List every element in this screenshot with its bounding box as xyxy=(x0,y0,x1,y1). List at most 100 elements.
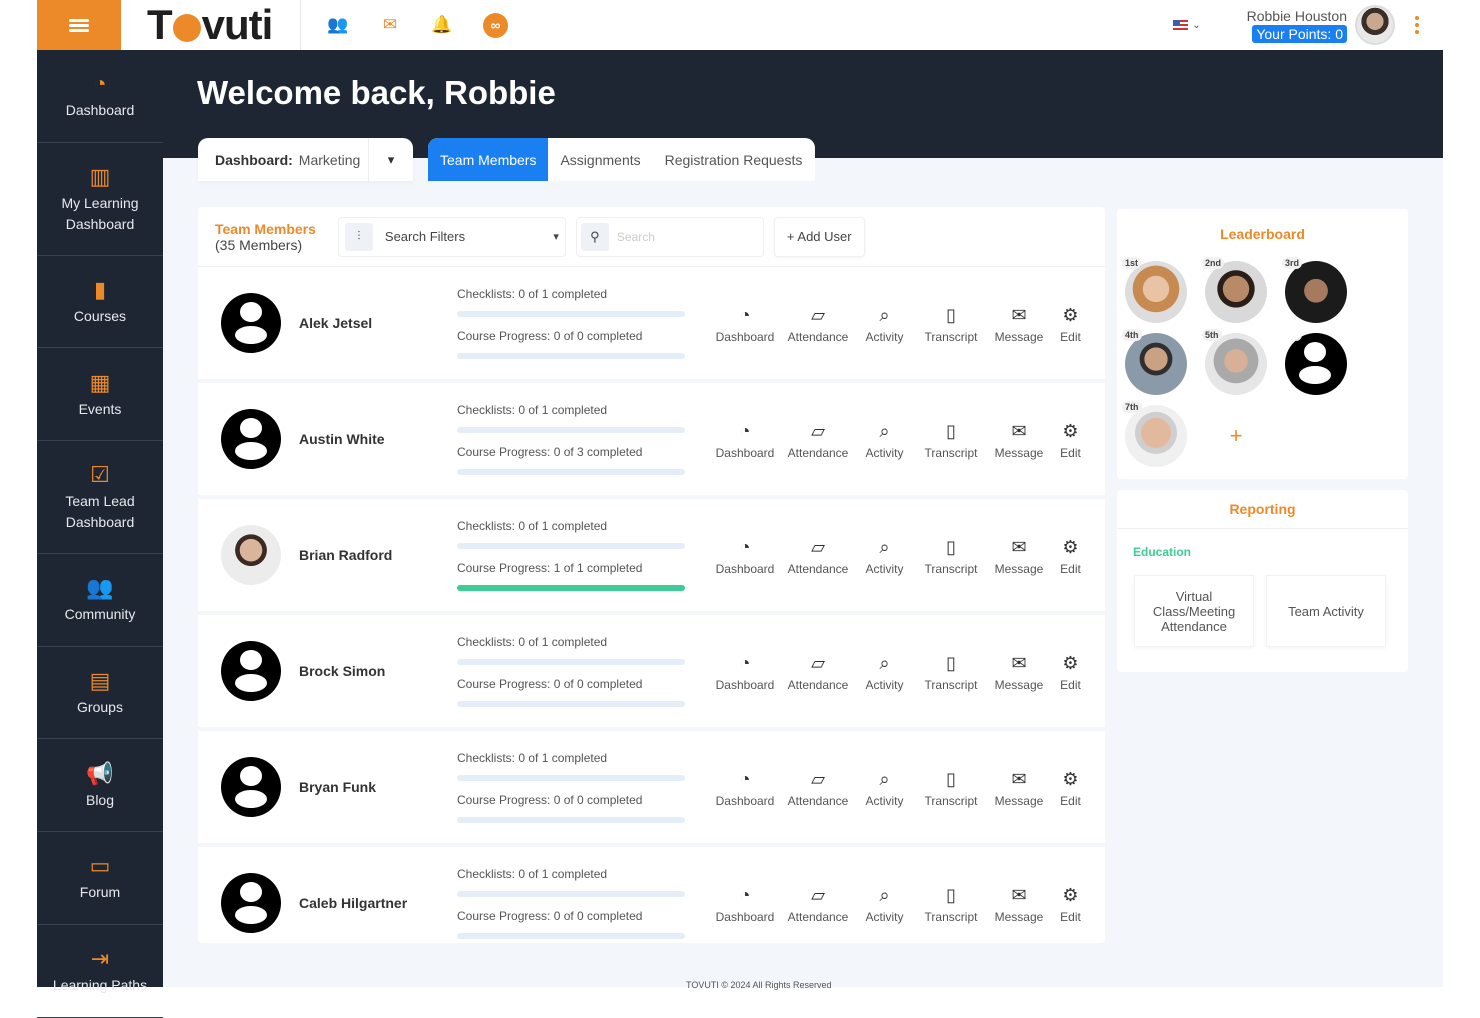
action-transcript[interactable]: ▯ Transcript xyxy=(917,766,985,808)
action-transcript[interactable]: ▯ Transcript xyxy=(917,882,985,924)
sidebar-item-learning-paths[interactable]: ⇥ Learning Paths xyxy=(37,925,163,1018)
action-activity[interactable]: ⌕ Activity xyxy=(852,766,917,808)
sidebar-item-forum[interactable]: ▭ Forum xyxy=(37,832,163,925)
search-input[interactable] xyxy=(616,229,747,244)
leaderboard-avatar[interactable]: 2nd xyxy=(1202,257,1267,323)
avatar[interactable] xyxy=(221,757,281,817)
calendar-icon: ▦ xyxy=(89,369,111,395)
sidebar-item-events[interactable]: ▦ Events xyxy=(37,348,163,442)
action-transcript[interactable]: ▯ Transcript xyxy=(917,534,985,576)
member-name[interactable]: Brian Radford xyxy=(299,547,439,563)
report-team-activity[interactable]: Team Activity xyxy=(1266,575,1386,647)
action-attendance[interactable]: ▱ Attendance xyxy=(784,650,852,692)
sidebar-item-blog[interactable]: 📢 Blog xyxy=(37,739,163,833)
action-edit[interactable]: ⚙ Edit xyxy=(1053,534,1088,576)
avatar[interactable] xyxy=(221,409,281,469)
action-activity[interactable]: ⌕ Activity xyxy=(852,882,917,924)
sidebar-item-groups[interactable]: ▤ Groups xyxy=(37,647,163,740)
member-name[interactable]: Bryan Funk xyxy=(299,779,439,795)
add-user-button[interactable]: + Add User xyxy=(773,216,865,257)
action-dashboard[interactable]: ◔ Dashboard xyxy=(706,766,784,808)
menu-toggle-button[interactable] xyxy=(37,0,121,50)
action-attendance[interactable]: ▱ Attendance xyxy=(784,418,852,460)
action-dashboard[interactable]: ◔ Dashboard xyxy=(706,534,784,576)
action-dashboard[interactable]: ◔ Dashboard xyxy=(706,418,784,460)
leaderboard-avatar[interactable]: 3rd xyxy=(1282,257,1347,323)
action-edit[interactable]: ⚙ Edit xyxy=(1053,882,1088,924)
member-name[interactable]: Caleb Hilgartner xyxy=(299,895,439,911)
leaderboard-avatar[interactable]: 1st xyxy=(1122,257,1187,323)
avatar[interactable] xyxy=(221,873,281,933)
member-name[interactable]: Austin White xyxy=(299,431,439,447)
action-attendance[interactable]: ▱ Attendance xyxy=(784,766,852,808)
language-selector[interactable]: ⌄ xyxy=(1173,20,1201,31)
action-message[interactable]: ✉ Message xyxy=(985,650,1053,692)
action-edit[interactable]: ⚙ Edit xyxy=(1053,766,1088,808)
action-dashboard[interactable]: ◔ Dashboard xyxy=(706,650,784,692)
action-dashboard[interactable]: ◔ Dashboard xyxy=(706,302,784,344)
plus-icon[interactable]: + xyxy=(1205,405,1267,467)
table-row: Caleb Hilgartner Checklists: 0 of 1 comp… xyxy=(198,847,1105,963)
action-attendance[interactable]: ▱ Attendance xyxy=(784,302,852,344)
table-row: Bryan Funk Checklists: 0 of 1 completed … xyxy=(198,731,1105,847)
course-progress-label: Course Progress: 1 of 1 completed xyxy=(457,561,643,575)
team-icon[interactable]: 👥 xyxy=(327,14,349,36)
action-transcript[interactable]: ▯ Transcript xyxy=(917,302,985,344)
attendance-icon: ▱ xyxy=(811,769,825,789)
sidebar-item-my-learning-dashboard[interactable]: ▥ My Learning Dashboard xyxy=(37,143,163,256)
action-edit[interactable]: ⚙ Edit xyxy=(1053,418,1088,460)
action-activity[interactable]: ⌕ Activity xyxy=(852,534,917,576)
member-name[interactable]: Brock Simon xyxy=(299,663,439,679)
leaderboard-avatar[interactable]: 5th xyxy=(1202,329,1267,395)
action-dashboard[interactable]: ◔ Dashboard xyxy=(706,882,784,924)
action-message[interactable]: ✉ Message xyxy=(985,302,1053,344)
leaderboard-avatar[interactable]: 7th xyxy=(1122,401,1187,467)
action-attendance[interactable]: ▱ Attendance xyxy=(784,882,852,924)
more-menu-icon[interactable] xyxy=(1415,16,1419,34)
action-attendance[interactable]: ▱ Attendance xyxy=(784,534,852,576)
leaderboard-avatar[interactable]: 6th xyxy=(1285,333,1347,395)
action-activity[interactable]: ⌕ Activity xyxy=(852,418,917,460)
checklist-progress-bar xyxy=(457,427,685,433)
action-activity[interactable]: ⌕ Activity xyxy=(852,650,917,692)
rank-badge: 4th xyxy=(1122,329,1142,341)
tab-registration-requests[interactable]: Registration Requests xyxy=(653,138,815,181)
sidebar-item-courses[interactable]: ▮ Courses xyxy=(37,256,163,349)
sidebar-item-team-lead-dashboard[interactable]: ☑ Team Lead Dashboard xyxy=(37,441,163,555)
chevron-down-icon[interactable]: ▾ xyxy=(368,138,413,181)
tab-team-members[interactable]: Team Members xyxy=(428,138,549,181)
report-virtual-attendance[interactable]: Virtual Class/Meeting Attendance xyxy=(1134,575,1254,647)
link-icon[interactable]: ∞ xyxy=(483,12,508,38)
sidebar-item-label: Dashboard xyxy=(65,102,135,119)
sidebar-item-label: My Learning Dashboard xyxy=(61,194,139,232)
action-transcript[interactable]: ▯ Transcript xyxy=(917,650,985,692)
sidebar-item-community[interactable]: 👥 Community xyxy=(37,554,163,647)
action-message[interactable]: ✉ Message xyxy=(985,766,1053,808)
action-activity[interactable]: ⌕ Activity xyxy=(852,302,917,344)
user-avatar[interactable] xyxy=(1355,5,1395,45)
bell-icon[interactable]: 🔔 xyxy=(431,14,453,36)
transcript-icon: ▯ xyxy=(946,653,956,673)
action-transcript[interactable]: ▯ Transcript xyxy=(917,418,985,460)
avatar[interactable] xyxy=(221,293,281,353)
points-badge[interactable]: Your Points: 0 xyxy=(1252,24,1347,43)
action-edit[interactable]: ⚙ Edit xyxy=(1053,650,1088,692)
action-message[interactable]: ✉ Message xyxy=(985,418,1053,460)
message-icon: ✉ xyxy=(1011,537,1027,557)
search-icon[interactable]: ⚲ xyxy=(580,222,609,251)
action-edit[interactable]: ⚙ Edit xyxy=(1053,302,1088,344)
mail-icon[interactable]: ✉ xyxy=(379,14,401,36)
logo[interactable]: Tvuti xyxy=(121,0,301,50)
leaderboard-avatar[interactable]: 4th xyxy=(1122,329,1187,395)
search-filters-dropdown[interactable]: ⫶ Search Filters ▾ xyxy=(337,216,566,257)
action-message[interactable]: ✉ Message xyxy=(985,534,1053,576)
avatar[interactable] xyxy=(221,641,281,701)
avatar[interactable] xyxy=(221,525,281,585)
member-name[interactable]: Alek Jetsel xyxy=(299,315,439,331)
tab-assignments[interactable]: Assignments xyxy=(548,138,652,181)
dashboard-icon: ◔ xyxy=(739,885,751,905)
dashboard-select[interactable]: Dashboard: Marketing ▾ xyxy=(198,138,413,181)
activity-icon: ⌕ xyxy=(879,537,890,557)
sidebar-item-dashboard[interactable]: ◔ Dashboard xyxy=(37,50,163,143)
action-message[interactable]: ✉ Message xyxy=(985,882,1053,924)
